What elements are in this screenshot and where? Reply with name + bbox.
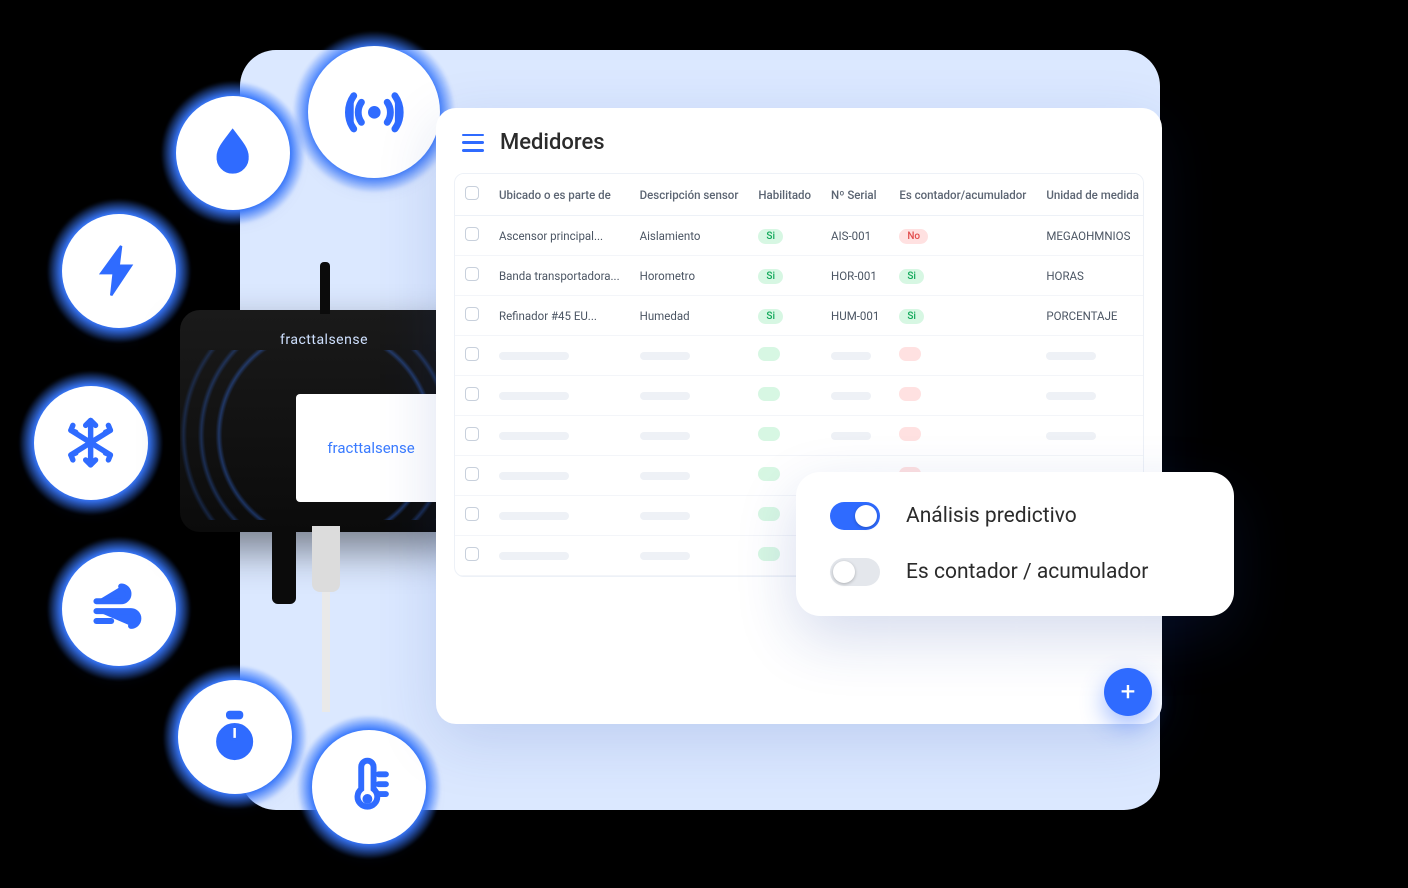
cell-serial: HUM-001 bbox=[821, 296, 889, 336]
counter-pill: Si bbox=[899, 309, 924, 324]
row-checkbox[interactable] bbox=[465, 347, 479, 361]
device-screen: fracttalsense bbox=[296, 394, 446, 502]
cell-unit: HORAS bbox=[1036, 256, 1144, 296]
table-row[interactable]: Banda transportadora... Horometro Si HOR… bbox=[455, 256, 1144, 296]
col-serial[interactable]: Nº Serial bbox=[821, 174, 889, 216]
row-checkbox[interactable] bbox=[465, 547, 479, 561]
snowflake-icon bbox=[34, 386, 148, 500]
cell-desc: Horometro bbox=[630, 256, 749, 296]
cell-serial: HOR-001 bbox=[821, 256, 889, 296]
thermometer-icon bbox=[312, 730, 426, 844]
wind-icon bbox=[62, 552, 176, 666]
col-location[interactable]: Ubicado o es parte de bbox=[489, 174, 630, 216]
cell-unit: MEGAOHMNIOS bbox=[1036, 216, 1144, 256]
row-checkbox[interactable] bbox=[465, 467, 479, 481]
iot-device: fracttalsense fracttalsense bbox=[180, 310, 468, 532]
enabled-pill: Si bbox=[758, 269, 783, 284]
counter-accumulator-label: Es contador / acumulador bbox=[906, 560, 1148, 584]
cell-desc: Aislamiento bbox=[630, 216, 749, 256]
row-checkbox[interactable] bbox=[465, 507, 479, 521]
row-checkbox[interactable] bbox=[465, 267, 479, 281]
cell-serial: AIS-001 bbox=[821, 216, 889, 256]
col-counter[interactable]: Es contador/acumulador bbox=[889, 174, 1036, 216]
row-checkbox[interactable] bbox=[465, 227, 479, 241]
row-checkbox[interactable] bbox=[465, 387, 479, 401]
select-all-checkbox[interactable] bbox=[465, 186, 479, 200]
col-desc[interactable]: Descripción sensor bbox=[630, 174, 749, 216]
counter-pill: No bbox=[899, 229, 928, 244]
counter-pill: Si bbox=[899, 269, 924, 284]
row-checkbox[interactable] bbox=[465, 307, 479, 321]
cell-desc: Humedad bbox=[630, 296, 749, 336]
device-brand-top: fracttalsense bbox=[180, 332, 468, 348]
enabled-pill: Si bbox=[758, 309, 783, 324]
cell-unit: PORCENTAJE bbox=[1036, 296, 1144, 336]
bolt-icon bbox=[62, 214, 176, 328]
add-button[interactable]: + bbox=[1104, 668, 1152, 716]
device-screen-brand: fracttalsense bbox=[327, 439, 414, 457]
plus-icon: + bbox=[1121, 677, 1136, 707]
col-unit[interactable]: Unidad de medida bbox=[1036, 174, 1144, 216]
table-header-row: Ubicado o es parte de Descripción sensor… bbox=[455, 174, 1144, 216]
cell-location: Banda transportadora... bbox=[489, 256, 630, 296]
table-row[interactable]: Ascensor principal... Aislamiento Si AIS… bbox=[455, 216, 1144, 256]
predictive-analysis-toggle[interactable] bbox=[830, 502, 880, 530]
signal-icon bbox=[308, 46, 440, 178]
toggle-card: Análisis predictivo Es contador / acumul… bbox=[796, 472, 1234, 616]
stopwatch-icon bbox=[178, 680, 292, 794]
drop-icon bbox=[176, 96, 290, 210]
row-checkbox[interactable] bbox=[465, 427, 479, 441]
table-row-placeholder bbox=[455, 376, 1144, 416]
table-row-placeholder bbox=[455, 336, 1144, 376]
page-title: Medidores bbox=[500, 130, 605, 155]
col-enabled[interactable]: Habilitado bbox=[748, 174, 821, 216]
app-window: Medidores Ubicado o es parte de Descripc… bbox=[436, 108, 1162, 724]
cell-location: Ascensor principal... bbox=[489, 216, 630, 256]
predictive-analysis-label: Análisis predictivo bbox=[906, 504, 1077, 528]
table-row-placeholder bbox=[455, 416, 1144, 456]
menu-icon[interactable] bbox=[462, 134, 484, 152]
table-row[interactable]: Refinador #45 EU... Humedad Si HUM-001 S… bbox=[455, 296, 1144, 336]
cell-location: Refinador #45 EU... bbox=[489, 296, 630, 336]
enabled-pill: Si bbox=[758, 229, 783, 244]
counter-accumulator-toggle[interactable] bbox=[830, 558, 880, 586]
